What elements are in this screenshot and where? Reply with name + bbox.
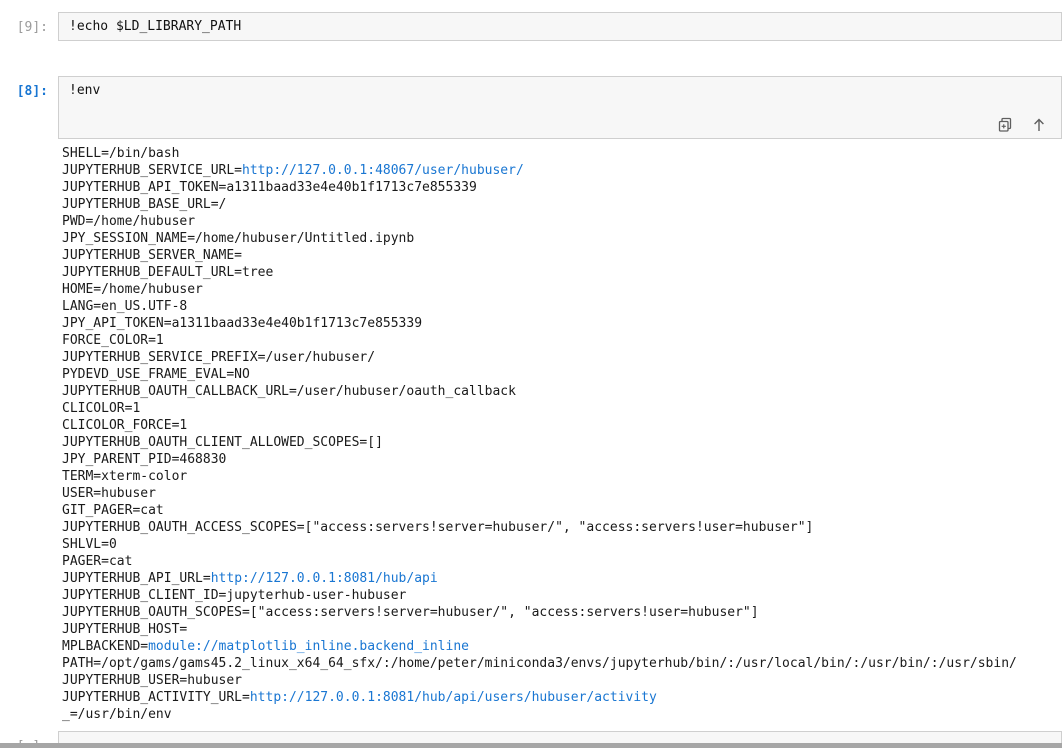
output-line: TERM=xterm-color (62, 468, 1062, 485)
cell-input-editor[interactable]: !echo $LD_LIBRARY_PATH (58, 12, 1062, 41)
env-var-prefix: JUPYTERHUB_API_URL= (62, 571, 211, 586)
output-line: PAGER=cat (62, 553, 1062, 570)
cell-input-row: [8]: !env (0, 76, 1062, 139)
output-line: JUPYTERHUB_OAUTH_CLIENT_ALLOWED_SCOPES=[… (62, 434, 1062, 451)
output-line: GIT_PAGER=cat (62, 502, 1062, 519)
output-line: LANG=en_US.UTF-8 (62, 298, 1062, 315)
env-var-prefix: JUPYTERHUB_ACTIVITY_URL= (62, 690, 250, 705)
notebook: [9]: !echo $LD_LIBRARY_PATH [8]: !env (0, 0, 1062, 748)
output-line: JUPYTERHUB_DEFAULT_URL=tree (62, 264, 1062, 281)
output-line: JUPYTERHUB_OAUTH_CALLBACK_URL=/user/hubu… (62, 383, 1062, 400)
output-prompt-gutter (0, 145, 58, 723)
output-line: CLICOLOR_FORCE=1 (62, 417, 1062, 434)
output-line: JUPYTERHUB_SERVICE_PREFIX=/user/hubuser/ (62, 349, 1062, 366)
output-line: JPY_API_TOKEN=a1311baad33e4e40b1f1713c7e… (62, 315, 1062, 332)
output-line: JUPYTERHUB_API_TOKEN=a1311baad33e4e40b1f… (62, 179, 1062, 196)
output-line: SHLVL=0 (62, 536, 1062, 553)
env-url-link[interactable]: http://127.0.0.1:8081/hub/api (211, 571, 438, 586)
output-line: JUPYTERHUB_CLIENT_ID=jupyterhub-user-hub… (62, 587, 1062, 604)
code-cell-9: [9]: !echo $LD_LIBRARY_PATH (0, 0, 1062, 41)
duplicate-cell-icon[interactable] (997, 83, 1013, 99)
env-var-prefix: JUPYTERHUB_SERVICE_URL= (62, 163, 242, 178)
cell-output-lines: SHELL=/bin/bashJUPYTERHUB_SERVICE_URL=ht… (58, 145, 1062, 723)
output-line: PYDEVD_USE_FRAME_EVAL=NO (62, 366, 1062, 383)
cell-input-code: !echo $LD_LIBRARY_PATH (69, 19, 241, 34)
output-line: CLICOLOR=1 (62, 400, 1062, 417)
output-line: JUPYTERHUB_USER=hubuser (62, 672, 1062, 689)
env-url-link[interactable]: module://matplotlib_inline.backend_inlin… (148, 639, 469, 654)
cell-prompt: [8]: (0, 76, 58, 100)
output-line: USER=hubuser (62, 485, 1062, 502)
cell-prompt: [9]: (0, 12, 58, 36)
output-line: JPY_PARENT_PID=468830 (62, 451, 1062, 468)
output-line: JUPYTERHUB_ACTIVITY_URL=http://127.0.0.1… (62, 689, 1062, 706)
output-line: PWD=/home/hubuser (62, 213, 1062, 230)
output-line: _=/usr/bin/env (62, 706, 1062, 723)
cell-output: SHELL=/bin/bashJUPYTERHUB_SERVICE_URL=ht… (0, 145, 1062, 723)
output-line: FORCE_COLOR=1 (62, 332, 1062, 349)
horizontal-scrollbar[interactable] (0, 743, 1062, 748)
output-line: PATH=/opt/gams/gams45.2_linux_x64_64_sfx… (62, 655, 1062, 672)
output-line: HOME=/home/hubuser (62, 281, 1062, 298)
cell-input-code: !env (69, 83, 100, 98)
output-line: SHELL=/bin/bash (62, 145, 1062, 162)
cell-toolbar (997, 83, 1047, 99)
output-line: JUPYTERHUB_OAUTH_SCOPES=["access:servers… (62, 604, 1062, 621)
output-line: JUPYTERHUB_HOST= (62, 621, 1062, 638)
env-url-link[interactable]: http://127.0.0.1:48067/user/hubuser/ (242, 163, 524, 178)
output-line: JUPYTERHUB_API_URL=http://127.0.0.1:8081… (62, 570, 1062, 587)
output-line: JUPYTERHUB_SERVER_NAME= (62, 247, 1062, 264)
output-line: JPY_SESSION_NAME=/home/hubuser/Untitled.… (62, 230, 1062, 247)
env-var-prefix: MPLBACKEND= (62, 639, 148, 654)
code-cell-8: [8]: !env (0, 76, 1062, 723)
cell-input-editor[interactable]: !env (58, 76, 1062, 139)
output-line: MPLBACKEND=module://matplotlib_inline.ba… (62, 638, 1062, 655)
output-line: JUPYTERHUB_BASE_URL=/ (62, 196, 1062, 213)
env-url-link[interactable]: http://127.0.0.1:8081/hub/api/users/hubu… (250, 690, 657, 705)
output-line: JUPYTERHUB_OAUTH_ACCESS_SCOPES=["access:… (62, 519, 1062, 536)
move-cell-up-icon[interactable] (1031, 83, 1047, 99)
output-line: JUPYTERHUB_SERVICE_URL=http://127.0.0.1:… (62, 162, 1062, 179)
